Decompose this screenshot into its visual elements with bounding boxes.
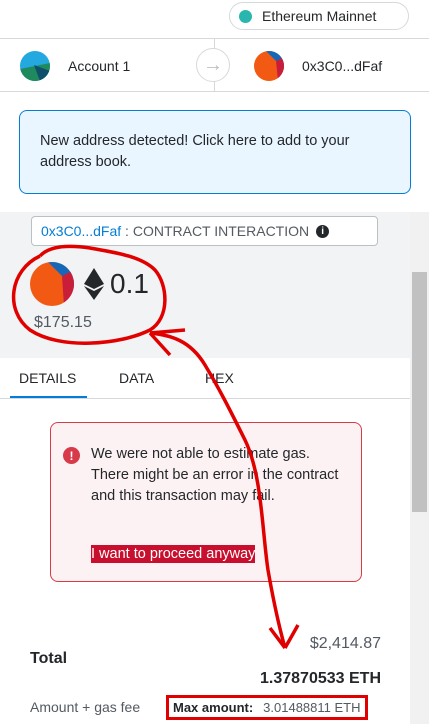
network-label: Ethereum Mainnet [262, 8, 377, 24]
total-fiat: $2,414.87 [309, 635, 381, 652]
arrow-right-icon: → [196, 48, 230, 82]
max-amount-row: Max amount: 3.01488811 ETH [166, 695, 368, 720]
amount-line: 0.1 [30, 262, 149, 306]
top-bar: Ethereum Mainnet [0, 0, 429, 36]
recipient-account[interactable]: 0x3C0...dFaf [254, 51, 382, 81]
origin-method: CONTRACT INTERACTION [132, 223, 310, 239]
tab-data[interactable]: DATA [119, 370, 154, 386]
scrollbar-thumb[interactable] [412, 272, 427, 512]
max-amount-label: Max amount: [173, 700, 254, 715]
recipient-address: 0x3C0...dFaf [302, 58, 383, 74]
gas-error-box: ! We were not able to estimate gas. Ther… [50, 422, 362, 582]
origin-separator: : [121, 223, 133, 239]
tab-details[interactable]: DETAILS [19, 370, 76, 386]
network-dot-icon [239, 9, 252, 23]
contract-avatar-icon [30, 262, 74, 306]
active-tab-indicator [10, 396, 87, 398]
max-amount-value: 3.01488811 ETH [263, 700, 361, 715]
origin-pill: 0x3C0...dFaf : CONTRACT INTERACTION i [31, 216, 378, 246]
tab-bar: DETAILS DATA HEX [0, 358, 410, 399]
proceed-anyway-link[interactable]: I want to proceed anyway [91, 545, 256, 563]
recipient-avatar-icon [254, 51, 284, 81]
total-eth: 1.37870533 ETH [260, 670, 381, 687]
error-message: We were not able to estimate gas. There … [91, 446, 339, 504]
sender-avatar-icon [20, 51, 50, 81]
error-icon: ! [63, 447, 80, 464]
info-icon[interactable]: i [316, 224, 330, 238]
origin-address-link[interactable]: 0x3C0...dFaf [41, 223, 121, 239]
fee-label: Amount + gas fee [30, 699, 141, 715]
notice-text: New address detected! Click here to add … [40, 133, 350, 170]
eth-amount: 0.1 [110, 268, 149, 299]
new-address-notice[interactable]: New address detected! Click here to add … [19, 110, 411, 194]
sender-recipient-row: Account 1 → 0x3C0...dFaf [0, 38, 429, 92]
tab-hex[interactable]: HEX [205, 370, 234, 386]
fiat-amount: $175.15 [34, 314, 92, 331]
sender-name: Account 1 [68, 58, 131, 74]
network-selector[interactable]: Ethereum Mainnet [229, 2, 409, 30]
total-label: Total [30, 650, 68, 667]
sender-account[interactable]: Account 1 [20, 51, 130, 81]
ethereum-icon [84, 268, 104, 300]
